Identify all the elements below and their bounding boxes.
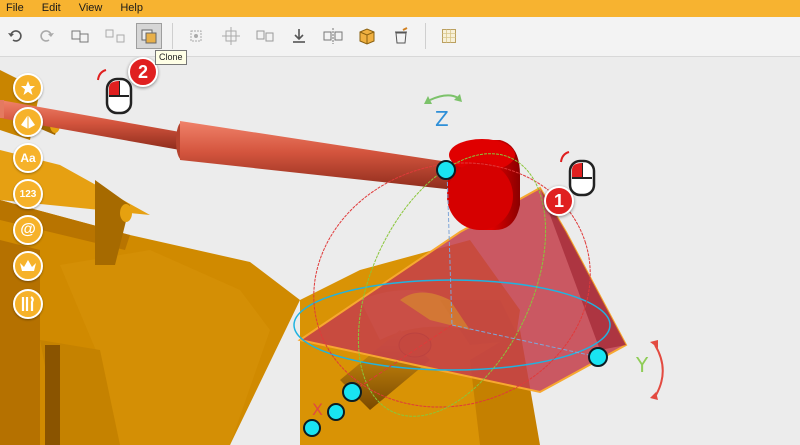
undo-icon	[8, 30, 22, 42]
group-button[interactable]	[68, 23, 94, 49]
handle-x-3[interactable]	[303, 419, 321, 437]
materials-button[interactable]	[354, 23, 380, 49]
ungroup-icon	[105, 29, 125, 43]
handle-x-1[interactable]	[342, 382, 362, 402]
group-icon	[71, 30, 89, 43]
mirror-button[interactable]	[320, 23, 346, 49]
delete-button[interactable]	[388, 23, 414, 49]
callout-marker-2: 2	[128, 57, 158, 87]
handle-z[interactable]	[436, 160, 456, 180]
ungroup-button[interactable]	[103, 23, 129, 49]
download-icon	[293, 29, 305, 43]
toolbar	[0, 17, 800, 57]
undo-button[interactable]	[2, 23, 28, 49]
pyramid-icon	[21, 115, 35, 129]
distribute-icon	[222, 27, 240, 45]
crown-icon	[20, 260, 36, 271]
cube-icon	[359, 28, 375, 45]
menu-view[interactable]: View	[70, 0, 112, 17]
3d-viewport[interactable]: Z Y X 1 2 Aa 123 @	[0, 57, 800, 445]
grid-button[interactable]	[436, 23, 462, 49]
toolbar-separator	[172, 23, 173, 49]
tools-icon	[21, 296, 34, 311]
drop-to-floor-button[interactable]	[286, 23, 312, 49]
menu-help[interactable]: Help	[111, 0, 152, 17]
clone-tooltip: Clone	[155, 50, 187, 65]
scene-canvas[interactable]	[0, 57, 800, 445]
explode-icon	[256, 30, 274, 42]
align-icon	[190, 30, 202, 42]
numbers-button[interactable]: 123	[13, 179, 43, 209]
axis-label-y: Y	[636, 353, 649, 377]
axis-label-x: X	[312, 400, 323, 419]
redo-icon	[40, 30, 54, 42]
clone-button[interactable]	[136, 23, 162, 49]
menu-file[interactable]: File	[0, 0, 33, 17]
menu-edit[interactable]: Edit	[33, 0, 70, 17]
favorites-button[interactable]	[13, 73, 43, 103]
shapes-button[interactable]	[13, 107, 43, 137]
explode-button[interactable]	[252, 23, 278, 49]
red-cylinder[interactable]	[447, 139, 520, 230]
handle-x-2[interactable]	[327, 403, 345, 421]
text-button[interactable]: Aa	[13, 143, 43, 173]
mirror-icon	[323, 28, 343, 44]
star-icon	[21, 81, 35, 95]
redo-button[interactable]	[34, 23, 60, 49]
grid-icon	[442, 29, 456, 43]
axis-label-z: Z	[435, 107, 449, 131]
callout-marker-1: 1	[544, 186, 574, 216]
distribute-button[interactable]	[218, 23, 244, 49]
handle-y[interactable]	[588, 347, 608, 367]
tools-button[interactable]	[13, 289, 43, 319]
trash-icon	[395, 27, 408, 44]
toolbar-separator	[425, 23, 426, 49]
align-button[interactable]	[183, 23, 209, 49]
menu-bar: File Edit View Help	[0, 0, 800, 17]
clone-icon	[141, 29, 157, 44]
symbols-button[interactable]: @	[13, 215, 43, 245]
premium-button[interactable]	[13, 251, 43, 281]
